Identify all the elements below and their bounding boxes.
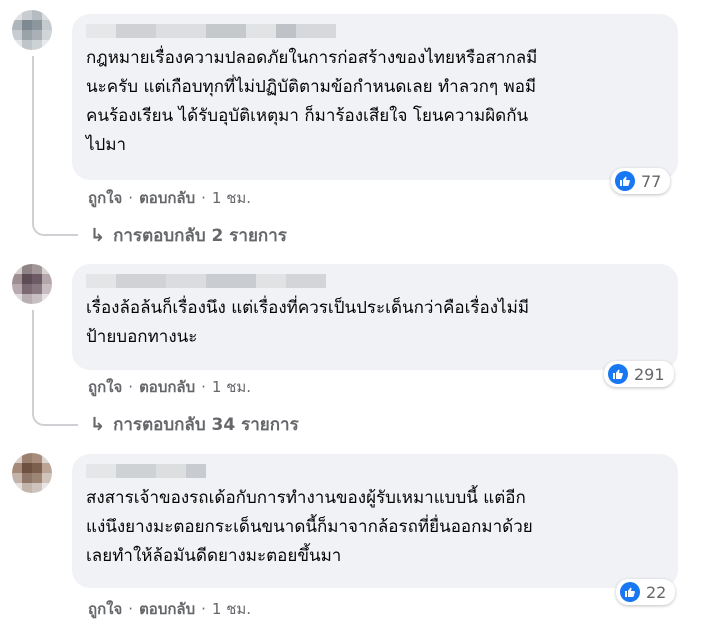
reaction-count-value: 22 [646, 582, 667, 602]
thread-curve [32, 206, 78, 236]
reply-arrow-icon: ↳ [90, 225, 106, 246]
comment-text: กฎหมายเรื่องความปลอดภัยในการก่อสร้างของไ… [86, 48, 538, 155]
like-icon [615, 171, 635, 191]
reaction-count[interactable]: 22 [616, 579, 676, 605]
commenter-name[interactable] [86, 274, 664, 288]
like-button[interactable]: ถูกใจ [88, 375, 122, 399]
comment-actions: ถูกใจ · ตอบกลับ · 1 ชม. [88, 186, 251, 210]
reply-arrow-icon: ↳ [90, 414, 106, 435]
comment-actions: ถูกใจ · ตอบกลับ · 1 ชม. [88, 375, 251, 399]
comment-text: เรื่องล้อล้นก็เรื่องนึง แต่เรื่องที่ควรเ… [86, 298, 530, 347]
separator: · [128, 189, 134, 207]
thread-line [32, 56, 34, 206]
comment-bubble: กฎหมายเรื่องความปลอดภัยในการก่อสร้างของไ… [72, 14, 678, 180]
separator: · [128, 378, 134, 396]
like-button[interactable]: ถูกใจ [88, 186, 122, 210]
reaction-count-value: 77 [641, 171, 662, 191]
commenter-name[interactable] [86, 464, 664, 478]
comment-bubble: สงสารเจ้าของรถเด้อกับการทำงานของผู้รับเห… [72, 454, 678, 588]
comment-actions: ถูกใจ · ตอบกลับ · 1 ชม. [88, 597, 251, 621]
thread-line [32, 310, 34, 396]
replies-label: การตอบกลับ 34 รายการ [113, 415, 299, 435]
reaction-count[interactable]: 77 [611, 168, 671, 194]
timestamp[interactable]: 1 ชม. [212, 186, 251, 210]
avatar[interactable] [12, 10, 52, 50]
replies-label: การตอบกลับ 2 รายการ [113, 226, 287, 246]
comment-bubble: เรื่องล้อล้นก็เรื่องนึง แต่เรื่องที่ควรเ… [72, 264, 678, 370]
view-replies-button[interactable]: ↳ การตอบกลับ 2 รายการ [90, 222, 287, 249]
like-button[interactable]: ถูกใจ [88, 597, 122, 621]
separator: · [201, 378, 206, 396]
like-icon [608, 364, 628, 384]
comment-text: สงสารเจ้าของรถเด้อกับการทำงานของผู้รับเห… [86, 488, 533, 566]
like-icon [620, 582, 640, 602]
avatar[interactable] [12, 453, 52, 493]
separator: · [128, 600, 134, 618]
reaction-count[interactable]: 291 [604, 361, 674, 387]
reply-button[interactable]: ตอบกลับ [139, 597, 195, 621]
thread-curve [32, 396, 78, 426]
timestamp[interactable]: 1 ชม. [212, 597, 251, 621]
avatar[interactable] [12, 264, 52, 304]
commenter-name[interactable] [86, 24, 664, 38]
reply-button[interactable]: ตอบกลับ [139, 375, 195, 399]
view-replies-button[interactable]: ↳ การตอบกลับ 34 รายการ [90, 411, 299, 438]
reply-button[interactable]: ตอบกลับ [139, 186, 195, 210]
separator: · [201, 600, 206, 618]
timestamp[interactable]: 1 ชม. [212, 375, 251, 399]
reaction-count-value: 291 [634, 364, 665, 384]
separator: · [201, 189, 206, 207]
